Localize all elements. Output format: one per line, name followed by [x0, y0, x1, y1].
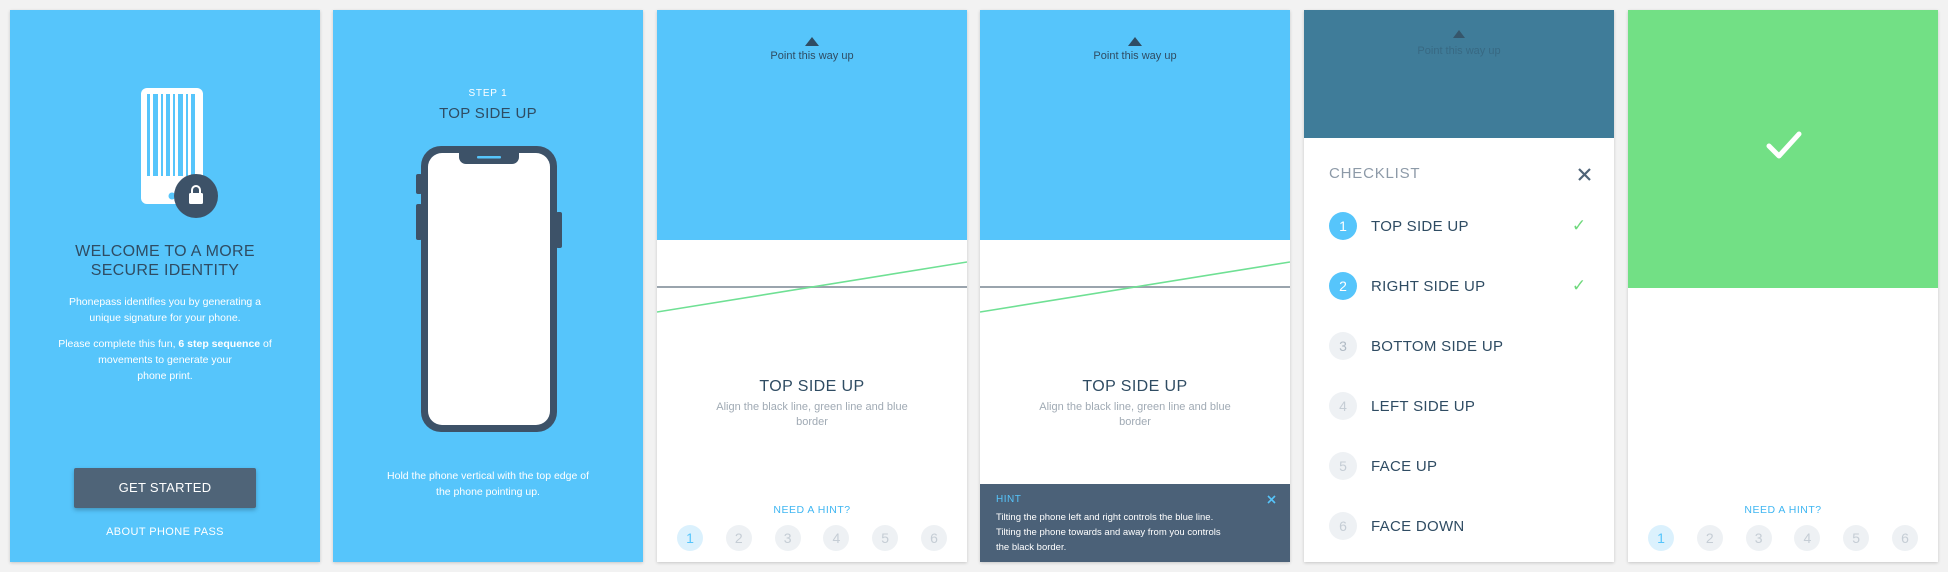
step-label: STEP 1	[468, 88, 508, 99]
step-dot-1: 1	[677, 525, 703, 551]
step-label: FACE UP	[1371, 457, 1438, 475]
step-label: FACE DOWN	[1371, 517, 1465, 535]
step-dot-5: 5	[1843, 525, 1870, 551]
pointer-up-icon	[1128, 37, 1142, 46]
need-hint-link[interactable]: NEED A HINT?	[1628, 504, 1938, 516]
success-area	[1628, 10, 1938, 288]
step-number: 6	[1329, 512, 1357, 540]
need-hint-link[interactable]: NEED A HINT?	[657, 504, 967, 516]
hint-label: HINT	[996, 494, 1022, 505]
step-number: 3	[1329, 332, 1357, 360]
align-title: TOP SIDE UP	[759, 378, 865, 395]
step-progress: 1 2 3 4 5 6	[1648, 525, 1918, 551]
step-dot-2: 2	[1696, 525, 1723, 551]
step-number: 4	[1329, 392, 1357, 420]
align-hint-screen: Point this way up TOP SIDE UP Align the …	[980, 10, 1290, 562]
alignment-lines	[657, 261, 967, 313]
align-screen: Point this way up TOP SIDE UP Align the …	[657, 10, 967, 562]
checklist-item[interactable]: 4 LEFT SIDE UP	[1329, 376, 1589, 436]
checklist-item[interactable]: 3 BOTTOM SIDE UP	[1329, 316, 1589, 376]
step-dot-5: 5	[872, 525, 899, 551]
step-label: RIGHT SIDE UP	[1371, 277, 1486, 295]
checkmark-icon: ✓	[1571, 216, 1587, 235]
step-intro-screen: STEP 1 TOP SIDE UP Hold the phone vertic…	[333, 10, 643, 562]
step-label: LEFT SIDE UP	[1371, 397, 1476, 415]
checkmark-icon	[1766, 131, 1802, 159]
checklist-item[interactable]: 2 RIGHT SIDE UP ✓	[1329, 256, 1589, 316]
pointer-label: Point this way up	[770, 50, 854, 62]
step-dot-4: 4	[1794, 525, 1821, 551]
step-dot-2: 2	[725, 525, 752, 551]
step-progress: 1 2 3 4 5 6	[677, 525, 947, 551]
step-number: 1	[1329, 212, 1357, 240]
pointer-label: Point this way up	[1093, 50, 1177, 62]
alignment-lines	[980, 261, 1290, 313]
pointer-up-icon	[1453, 30, 1465, 38]
step-dot-6: 6	[1891, 525, 1918, 551]
checklist-screen: Point this way up CHECKLIST 1 TOP SIDE U…	[1304, 10, 1614, 562]
step-number: 2	[1329, 272, 1357, 300]
step-dot-1: 1	[1648, 525, 1674, 551]
step-dot-6: 6	[920, 525, 947, 551]
welcome-screen: WELCOME TO A MORE SECURE IDENTITY Phonep…	[10, 10, 320, 562]
phone-outline-icon	[416, 146, 562, 432]
dimmed-header: Point this way up	[1304, 10, 1614, 138]
success-screen: NEED A HINT? 1 2 3 4 5 6	[1628, 10, 1938, 562]
checklist-title: CHECKLIST	[1329, 165, 1421, 182]
checkmark-icon: ✓	[1571, 276, 1587, 295]
align-subtitle: Align the black line, green line and blu…	[1039, 401, 1231, 428]
welcome-description: Phonepass identifies you by generating a…	[68, 296, 262, 324]
hint-panel: HINT Tilting the phone left and right co…	[980, 484, 1290, 562]
pointer-up-icon	[805, 37, 819, 46]
checklist-item[interactable]: 6 FACE DOWN	[1329, 496, 1589, 556]
align-title: TOP SIDE UP	[1082, 378, 1188, 395]
close-icon[interactable]	[1577, 167, 1592, 182]
about-phone-pass-link[interactable]: ABOUT PHONE PASS	[10, 526, 320, 538]
get-started-button[interactable]: GET STARTED	[74, 468, 256, 508]
step-dot-3: 3	[1745, 525, 1772, 551]
align-subtitle: Align the black line, green line and blu…	[716, 401, 908, 428]
step-number: 5	[1329, 452, 1357, 480]
step-dot-4: 4	[823, 525, 850, 551]
step-label: TOP SIDE UP	[1371, 217, 1469, 235]
hint-text: Tilting the phone left and right control…	[996, 512, 1221, 553]
pointer-label: Point this way up	[1417, 45, 1501, 57]
step-instruction: Hold the phone vertical with the top edg…	[387, 470, 589, 498]
sequence-description: Please complete this fun, 6 step sequenc…	[58, 338, 272, 382]
step-label: BOTTOM SIDE UP	[1371, 337, 1504, 355]
checklist-item[interactable]: 5 FACE UP	[1329, 436, 1589, 496]
checklist-item[interactable]: 1 TOP SIDE UP ✓	[1329, 196, 1589, 256]
checklist: 1 TOP SIDE UP ✓ 2 RIGHT SIDE UP ✓ 3 BOTT…	[1329, 196, 1589, 556]
close-icon[interactable]	[1267, 495, 1276, 504]
step-title: TOP SIDE UP	[439, 105, 537, 122]
step-dot-3: 3	[774, 525, 801, 551]
welcome-title: WELCOME TO A MORE SECURE IDENTITY	[75, 243, 255, 279]
barcode-phone-lock-icon	[141, 88, 218, 218]
